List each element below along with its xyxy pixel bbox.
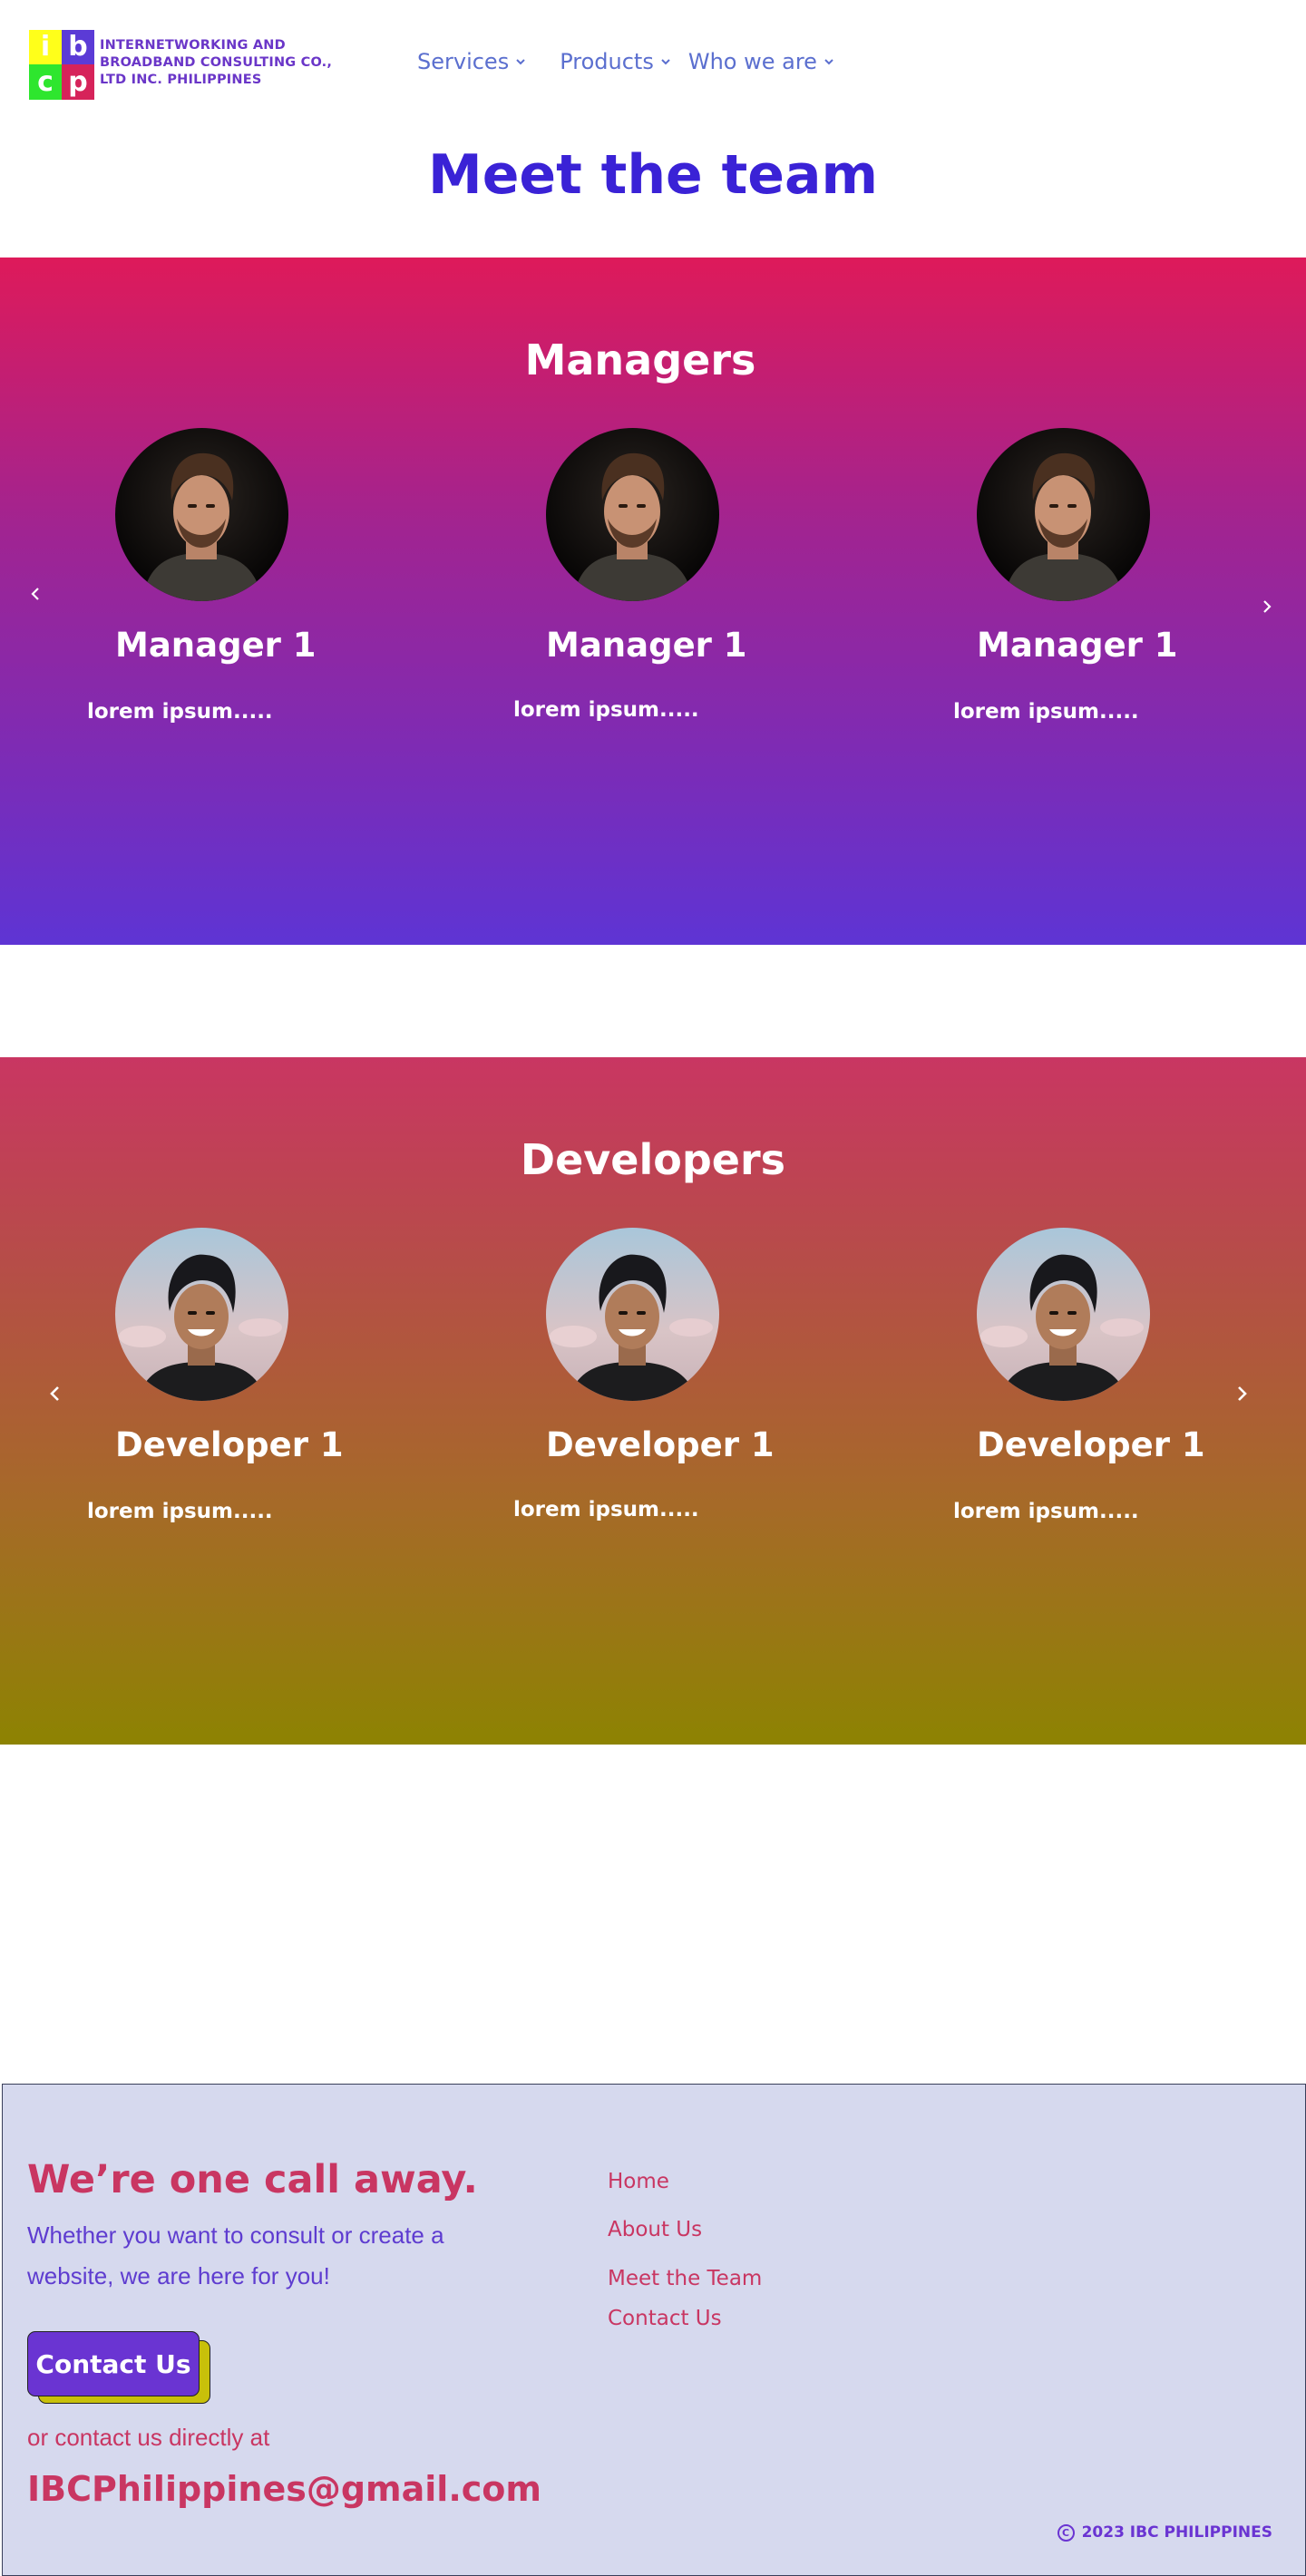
- footer-subtitle: Whether you want to consult or create a …: [27, 2221, 444, 2289]
- member-description: lorem ipsum.....: [87, 1500, 273, 1523]
- member-name: Developer 1: [115, 1425, 344, 1464]
- member-name: Manager 1: [115, 626, 317, 665]
- nav-label: Services: [417, 49, 510, 74]
- copyright-text: 2023 IBC PHILIPPINES: [1081, 2523, 1272, 2542]
- member-description: lorem ipsum.....: [953, 700, 1139, 724]
- logo-text-line: LTD INC. PHILIPPINES: [100, 73, 262, 87]
- contact-us-button[interactable]: Contact Us: [27, 2331, 200, 2396]
- logo-letter-p: p: [62, 64, 94, 100]
- chevron-down-icon: [661, 59, 670, 65]
- logo-letter-i: i: [29, 30, 62, 64]
- nav-who-we-are[interactable]: Who we are: [688, 49, 835, 74]
- nav-label: Products: [560, 49, 654, 74]
- team-member-card: Developer 1 lorem ipsum.....: [87, 1228, 344, 1523]
- footer-or-text: or contact us directly at: [27, 2424, 270, 2451]
- member-name: Manager 1: [977, 626, 1178, 665]
- nav-services[interactable]: Services: [417, 49, 527, 74]
- footer-title: We’re one call away.: [27, 2157, 478, 2202]
- member-photo: [115, 1228, 288, 1401]
- member-name: Developer 1: [546, 1425, 775, 1464]
- member-photo: [546, 428, 719, 601]
- footer-link-meet-the-team[interactable]: Meet the Team: [608, 2267, 762, 2290]
- footer-link-home[interactable]: Home: [608, 2170, 669, 2193]
- member-name: Developer 1: [977, 1425, 1205, 1464]
- logo-mark: i b c p: [29, 30, 94, 100]
- nav-label: Who we are: [687, 49, 817, 74]
- logo-letter-b: b: [62, 30, 94, 64]
- chevron-left-icon[interactable]: [22, 580, 49, 608]
- chevron-left-icon[interactable]: [42, 1380, 69, 1407]
- member-name: Manager 1: [546, 626, 747, 665]
- member-description: lorem ipsum.....: [513, 698, 699, 722]
- company-logo[interactable]: i b c p INTERNETWORKING AND BROADBAND CO…: [29, 30, 345, 100]
- member-description: lorem ipsum.....: [953, 1500, 1139, 1523]
- site-header: i b c p INTERNETWORKING AND BROADBAND CO…: [0, 0, 1306, 131]
- member-photo: [977, 428, 1150, 601]
- team-member-card: Manager 1 lorem ipsum.....: [953, 428, 1178, 724]
- member-photo: [546, 1228, 719, 1401]
- managers-section: Managers Manager 1 lorem ipsum..... Mana…: [0, 258, 1306, 945]
- team-member-card: Developer 1 lorem ipsum.....: [953, 1228, 1205, 1523]
- nav-products[interactable]: Products: [560, 49, 672, 74]
- section-title: Developers: [520, 1135, 786, 1184]
- logo-text-line: BROADBAND CONSULTING CO.,: [100, 55, 333, 70]
- main-nav: Services Products Who we are: [417, 49, 835, 74]
- copyright: C 2023 IBC PHILIPPINES: [1057, 2523, 1272, 2542]
- footer-link-about-us[interactable]: About Us: [608, 2218, 702, 2241]
- team-member-card: Manager 1 lorem ipsum.....: [87, 428, 317, 724]
- chevron-right-icon[interactable]: [1253, 593, 1281, 620]
- contact-button-wrap: Contact Us: [27, 2331, 214, 2404]
- chevron-right-icon[interactable]: [1228, 1380, 1255, 1407]
- site-footer: We’re one call away. Whether you want to…: [2, 2084, 1306, 2576]
- logo-company-name: INTERNETWORKING AND BROADBAND CONSULTING…: [100, 37, 345, 89]
- member-description: lorem ipsum.....: [513, 1498, 699, 1521]
- footer-email-link[interactable]: IBCPhilippines@gmail.com: [27, 2469, 541, 2509]
- member-photo: [115, 428, 288, 601]
- chevron-down-icon: [824, 59, 833, 65]
- page-title: Meet the team: [427, 143, 879, 207]
- copyright-icon: C: [1057, 2523, 1075, 2542]
- team-member-card: Manager 1 lorem ipsum.....: [513, 428, 747, 722]
- section-title: Managers: [524, 335, 756, 384]
- logo-text-line: INTERNETWORKING AND: [100, 38, 286, 53]
- team-member-card: Developer 1 lorem ipsum.....: [513, 1228, 775, 1521]
- footer-link-contact-us[interactable]: Contact Us: [608, 2307, 722, 2330]
- chevron-down-icon: [516, 59, 525, 65]
- member-photo: [977, 1228, 1150, 1401]
- logo-letter-c: c: [29, 64, 62, 100]
- member-description: lorem ipsum.....: [87, 700, 273, 724]
- developers-section: Developers Developer 1 lorem ipsum..... …: [0, 1057, 1306, 1745]
